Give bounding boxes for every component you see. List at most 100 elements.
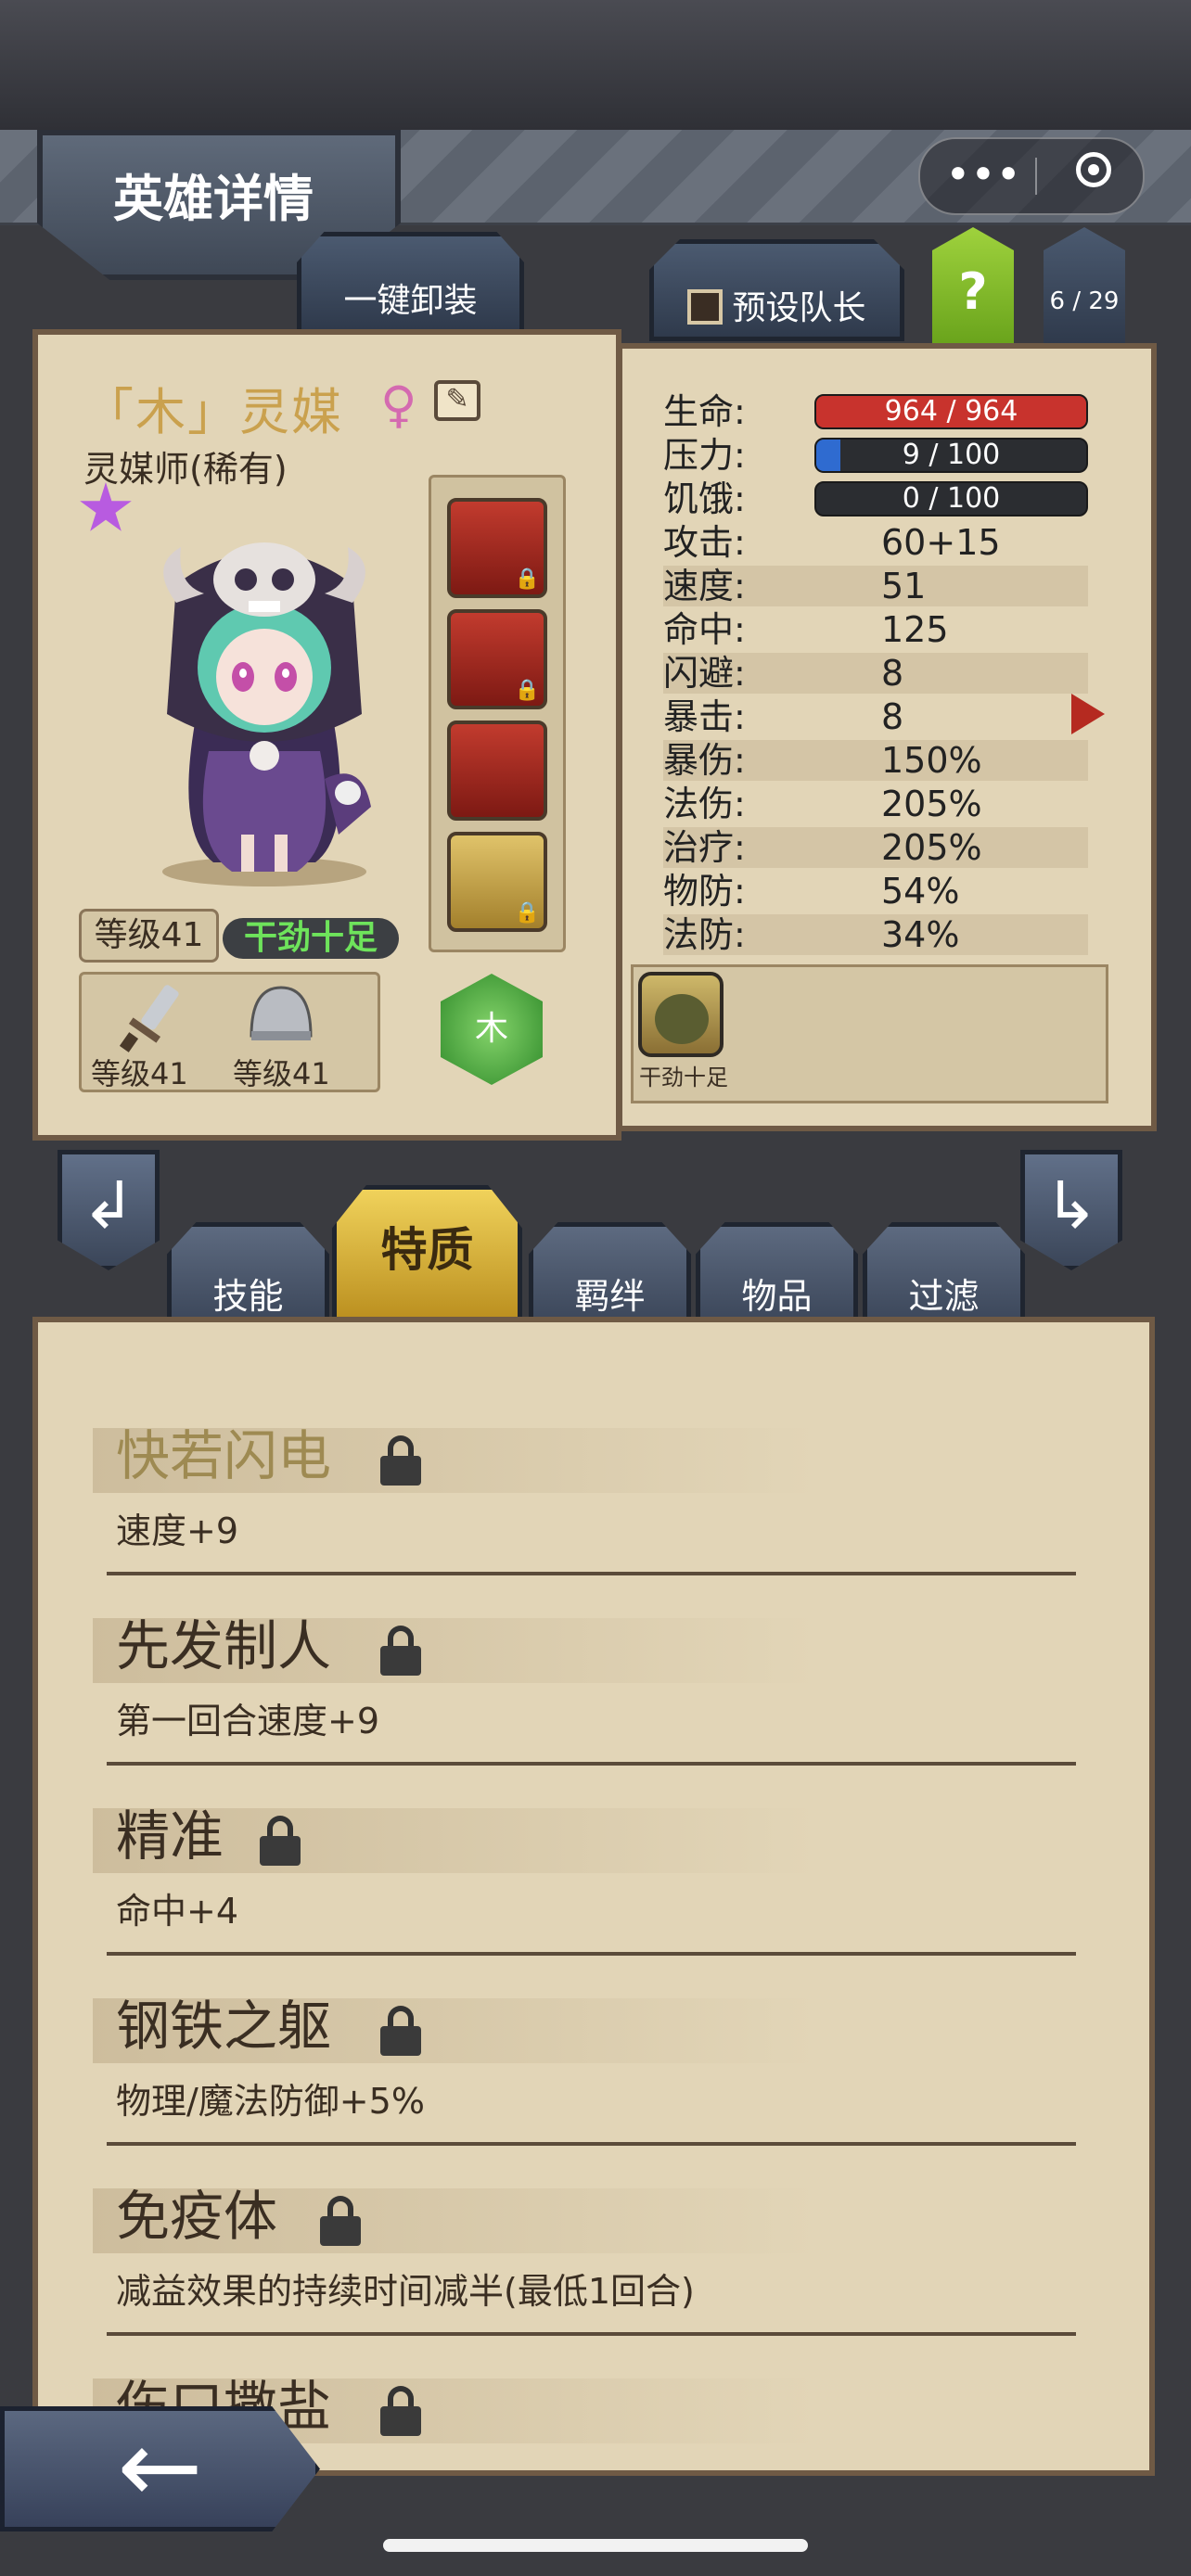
stat-label: 闪避: [663,653,746,694]
divider [107,1762,1076,1766]
stat-row: 法防: 34% [663,914,1088,955]
trait-item[interactable]: 精准 命中+4 [93,1799,1076,1961]
tab-bonds[interactable]: 羁绊 [529,1222,691,1329]
unequip-all-button[interactable]: 一键卸装 [297,232,524,334]
stat-value: 51 [881,566,927,606]
tab-skills[interactable]: 技能 [167,1222,329,1329]
stat-row: 速度: 51 [663,566,1088,606]
trait-desc: 速度+9 [116,1511,239,1551]
stat-label: 法伤: [663,784,746,824]
unequip-all-label: 一键卸装 [343,282,478,320]
stat-hp: 生命: 964 / 964 [663,391,1088,432]
skill-slot-1[interactable]: 🔒 [447,498,547,598]
help-button[interactable]: ? [932,227,1014,343]
lock-icon [380,1626,421,1676]
stat-label: 暴伤: [663,740,746,781]
prev-hero-button[interactable]: ↲ [58,1150,160,1270]
stat-value: 34% [881,914,960,955]
lock-icon [260,1816,301,1866]
hp-bar: 964 / 964 [814,394,1088,429]
hero-name: 「木」灵媒 [83,383,343,441]
preset-leader-checkbox[interactable] [687,289,724,325]
capsule-divider [1035,158,1037,195]
skill-slot-4[interactable]: 🔒 [447,832,547,932]
trait-name: 精准 [116,1804,224,1868]
trait-desc: 命中+4 [116,1891,239,1932]
stat-label: 暴击: [663,696,746,737]
hero-portrait [162,542,371,886]
trait-desc: 物理/魔法防御+5% [116,2081,425,2122]
female-icon: ♀ [380,376,417,434]
face-icon [655,994,709,1044]
stat-stress: 压力: 9 / 100 [663,435,1088,476]
stat-row: 攻击: 60+15 [663,522,1088,563]
hero-level-badge: 等级41 [79,909,219,963]
trait-badge-name: 干劲十足 [639,1065,728,1090]
trait-desc: 减益效果的持续时间减半(最低1回合) [116,2271,695,2312]
stat-row: 物防: 54% [663,871,1088,912]
lock-icon [380,2386,421,2436]
stat-label: 物防: [663,871,746,912]
next-hero-button[interactable]: ↳ [1020,1150,1122,1270]
preset-leader-label: 预设队长 [732,289,866,327]
divider [107,1572,1076,1575]
stat-row: 治疗: 205% [663,827,1088,868]
trait-item[interactable]: 钢铁之躯 物理/魔法防御+5% [93,1989,1076,2151]
target-circle-icon[interactable] [1076,152,1111,187]
stress-bar: 9 / 100 [814,438,1088,473]
preset-leader-button[interactable]: 预设队长 [649,239,904,341]
hunger-value: 0 / 100 [902,482,1001,515]
stat-label: 生命: [663,391,746,432]
stat-value: 8 [881,653,904,694]
more-dots-icon[interactable]: ••• [937,147,1030,202]
edit-name-icon[interactable]: ✎ [434,380,480,421]
skill-slot-column: 🔒 🔒 🔒 [429,475,566,952]
back-button[interactable]: ← [0,2406,320,2531]
stat-value: 125 [881,609,949,650]
lock-icon [320,2196,361,2246]
lock-icon [380,2006,421,2056]
skill-slot-3[interactable] [447,721,547,821]
tab-traits[interactable]: 特质 [332,1185,522,1329]
armor-level: 等级41 [233,1056,330,1091]
trait-desc: 第一回合速度+9 [116,1701,380,1741]
home-indicator[interactable] [383,2539,808,2552]
hunger-bar: 0 / 100 [814,481,1088,516]
skill-slot-2[interactable]: 🔒 [447,609,547,709]
tab-items[interactable]: 物品 [696,1222,858,1329]
stat-value: 8 [881,696,904,737]
top-band [0,0,1191,130]
trait-badge-icon[interactable] [638,972,724,1057]
trait-name: 免疫体 [116,2185,278,2248]
helmet-icon[interactable] [244,980,318,1054]
stat-value: 205% [881,784,982,824]
stat-label: 饥饿: [663,478,746,519]
hero-class: 灵媒师(稀有) [83,449,288,490]
tab-filter[interactable]: 过滤 [863,1222,1025,1329]
hero-status-badge: 干劲十足 [223,918,399,959]
stat-label: 速度: [663,566,746,606]
page-title: 英雄详情 [113,170,314,228]
stat-label: 攻击: [663,522,746,563]
stat-value: 60+15 [881,522,1001,563]
trait-item[interactable]: 先发制人 第一回合速度+9 [93,1609,1076,1771]
trait-item[interactable]: 快若闪电 速度+9 [93,1419,1076,1581]
hp-value: 964 / 964 [884,395,1018,427]
stat-label: 命中: [663,609,746,650]
stat-row: 闪避: 8 [663,653,1088,694]
trait-item[interactable]: 免疫体 减益效果的持续时间减半(最低1回合) [93,2179,1076,2341]
stat-row: 暴伤: 150% [663,740,1088,781]
stat-value: 150% [881,740,982,781]
sword-icon[interactable] [119,980,184,1054]
lock-icon [380,1435,421,1486]
divider [107,1952,1076,1956]
equipment-row: 等级41 等级41 [79,972,380,1092]
stats-next-arrow-icon[interactable] [1071,694,1105,734]
stat-row: 命中: 125 [663,609,1088,650]
trait-name: 快若闪电 [116,1424,332,1487]
divider [107,2332,1076,2336]
lock-icon: 🔒 [514,901,540,925]
trait-name: 钢铁之躯 [116,1995,332,2058]
stat-row: 法伤: 205% [663,784,1088,824]
stat-row: 暴击: 8 [663,696,1088,737]
